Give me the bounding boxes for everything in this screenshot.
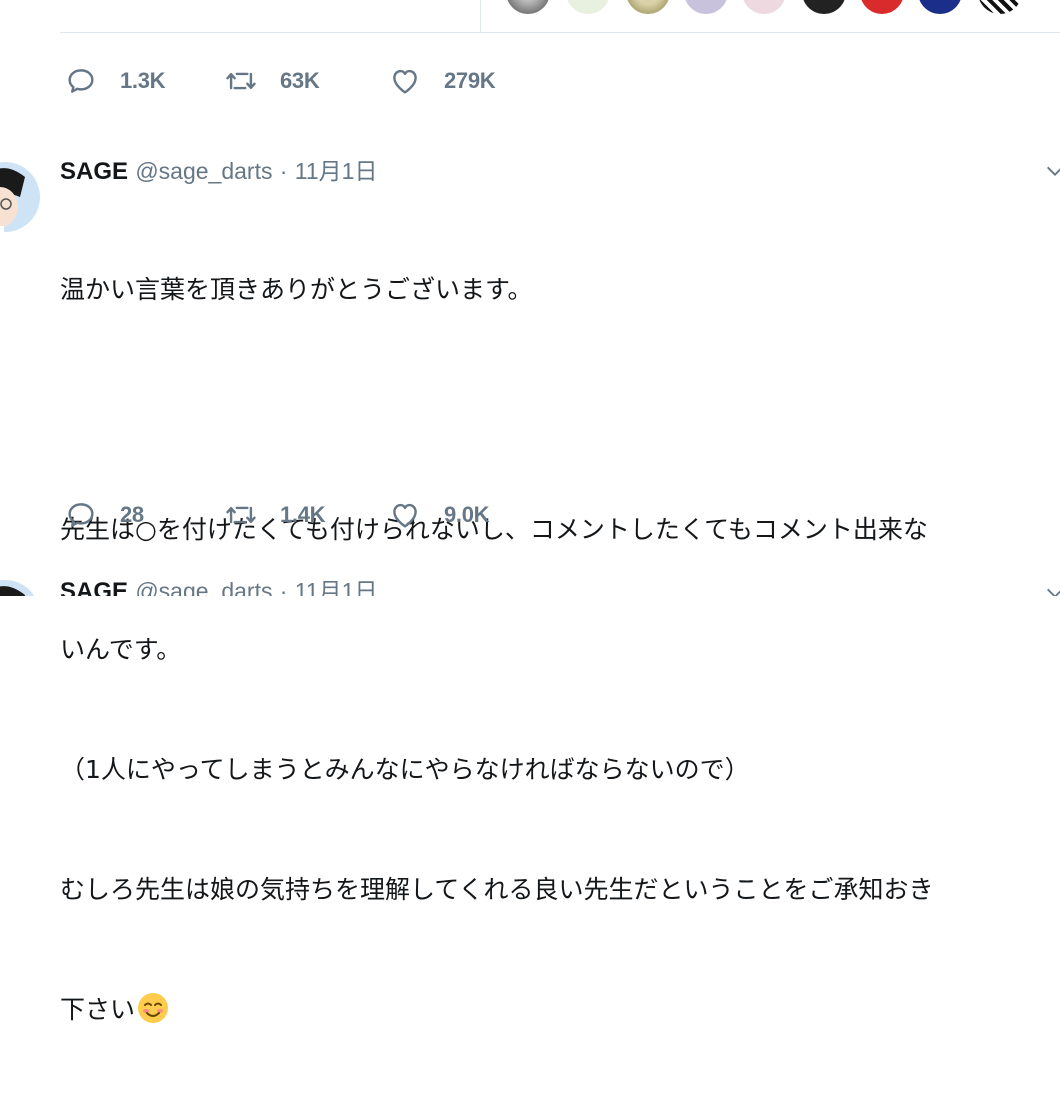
retweet-icon [226,72,256,90]
separator: · [279,578,288,596]
reply-icon [68,69,94,93]
liker-avatar[interactable] [860,0,904,14]
handle[interactable]: @sage_darts [135,578,272,596]
retweet-count: 1.4K [280,502,326,527]
liker-avatar[interactable] [802,0,846,14]
tweet-text: 温かい言葉を頂きありがとうございます。 先生は○を付けたくても付けられないし、コ… [60,190,1060,1110]
tweet-line: 下さい [60,995,136,1024]
like-icon [393,503,417,528]
tweet[interactable]: SAGE @sage_darts · 11月1日 [0,570,1060,596]
avatar-illustration [0,580,35,596]
tweet-line: 温かい言葉を頂きありがとうございます。 [60,275,533,304]
tweet-header: SAGE @sage_darts · 11月1日 [60,572,377,596]
reply-count: 28 [120,502,144,527]
reply-count: 1.3K [120,68,166,93]
chevron-down-icon[interactable] [1044,582,1060,596]
separator: · [279,158,288,184]
avatar[interactable] [0,152,40,242]
avatar-illustration [0,162,40,238]
liker-avatar[interactable] [626,0,670,14]
retweet-button[interactable]: 1.4K [224,498,326,532]
liker-avatar[interactable] [742,0,786,14]
reply-button[interactable]: 1.3K [64,64,166,98]
retweet-button[interactable]: 63K [224,64,320,98]
liker-avatar[interactable] [684,0,728,14]
liker-avatar[interactable] [506,0,550,14]
tweet-line: （1人にやってしまうとみんなにやらなければならないので） [60,755,750,784]
tweet-line: むしろ先生は娘の気持ちを理解してくれる良い先生だということをご承知おき [60,875,934,904]
avatar[interactable] [0,570,40,596]
chevron-down-icon[interactable] [1044,160,1060,182]
like-button[interactable]: 279K [388,64,496,98]
tweet-header: SAGE @sage_darts · 11月1日 [60,152,378,185]
liker-avatar[interactable] [978,0,1022,14]
like-icon [393,69,417,94]
timestamp[interactable]: 11月1日 [295,158,378,184]
divider [60,32,1060,33]
liker-avatar[interactable] [918,0,962,14]
like-count: 279K [444,68,496,93]
liked-by-strip [0,0,1060,34]
retweet-count: 63K [280,68,320,93]
reply-button[interactable]: 28 [64,498,144,532]
tweet-actions: 1.3K 63K 279K [0,64,1060,98]
handle[interactable]: @sage_darts [135,158,272,184]
retweet-icon [226,506,256,524]
liker-avatar[interactable] [566,0,610,14]
like-button[interactable]: 9.0K [388,498,490,532]
tweet-actions: 28 1.4K 9.0K [0,498,1060,532]
display-name[interactable]: SAGE [60,158,128,185]
display-name[interactable]: SAGE [60,578,128,596]
divider [480,0,481,32]
smiling-face-emoji [138,993,169,1023]
tweet-line-last: 下さい [60,990,1060,1030]
tweet-line: いんです。 [60,635,182,664]
like-count: 9.0K [444,502,490,527]
tweet-line [60,390,1060,430]
timestamp[interactable]: 11月1日 [295,578,378,596]
reply-icon [68,503,94,527]
tweet[interactable]: SAGE @sage_darts · 11月1日 温かい言葉を頂きありがとうござ… [0,152,1060,1024]
